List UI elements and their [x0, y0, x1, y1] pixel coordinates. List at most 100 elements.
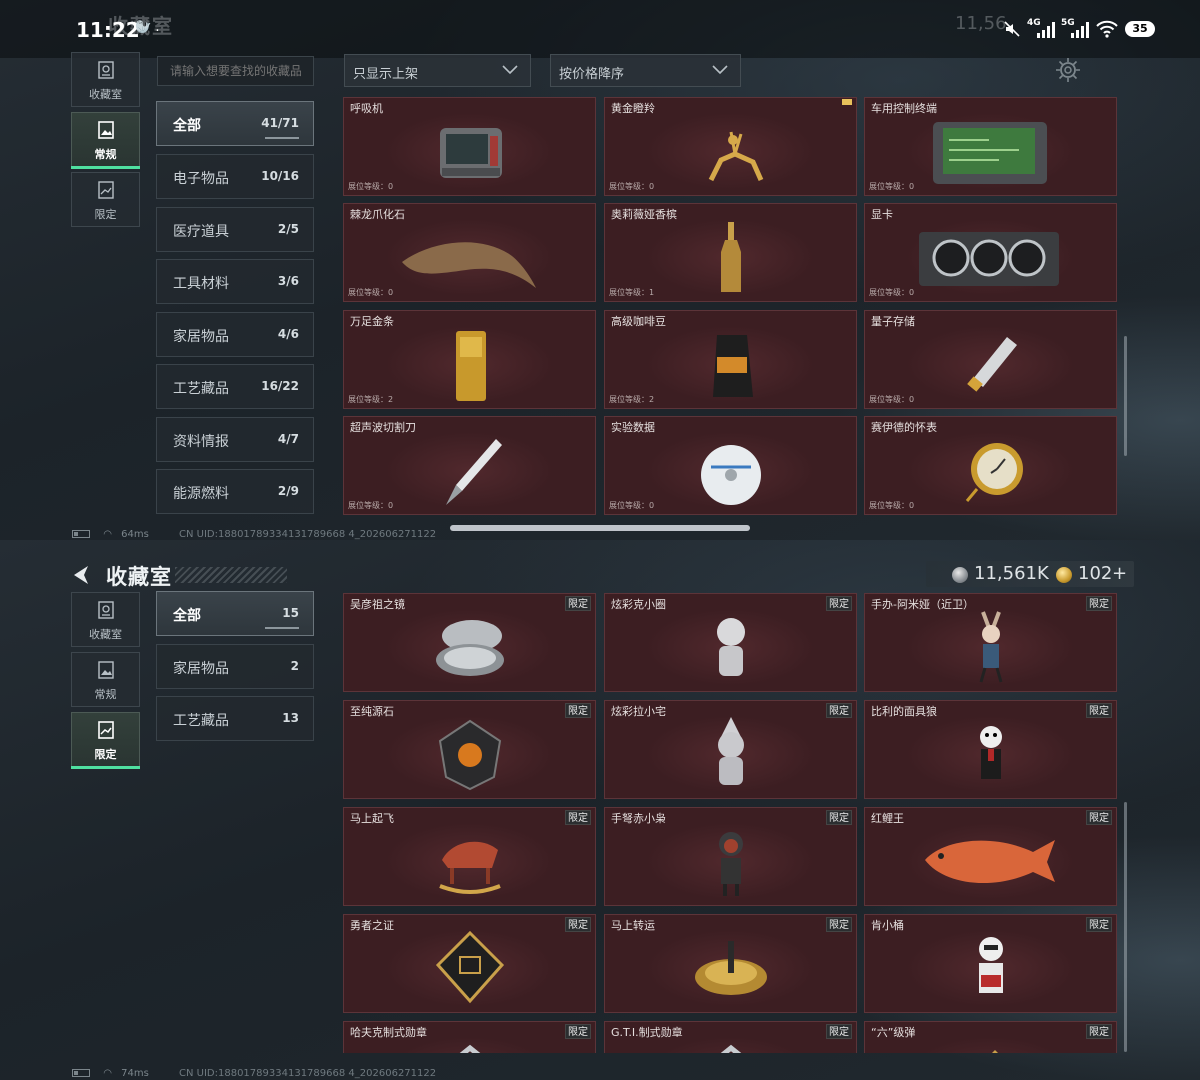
status-icons: 4G 5G 35 [1003, 18, 1155, 42]
ping-value: 64ms [121, 529, 149, 540]
category-name: 电子物品 [173, 171, 229, 187]
item-card[interactable]: 炫彩拉小宅 限定 [604, 700, 857, 799]
item-name: 奥莉薇娅香槟 [611, 208, 677, 221]
category-all[interactable]: 全部 41/71 [156, 101, 314, 146]
item-card[interactable]: 马上转运 限定 [604, 914, 857, 1013]
shelf-filter-select[interactable]: 只显示上架 [344, 54, 531, 87]
item-card[interactable]: 棘龙爪化石 展位等级：0 [343, 203, 596, 302]
category-name: 全部 [173, 608, 201, 624]
network-status: ◠ 64ms [72, 529, 149, 540]
item-card[interactable]: 至纯源石 限定 [343, 700, 596, 799]
title-decoration [175, 567, 287, 583]
rocking-horse-icon [439, 841, 501, 894]
side-tab-label: 常规 [94, 688, 117, 701]
item-card[interactable]: G.T.I.制式勋章 限定 [604, 1021, 857, 1053]
item-card[interactable]: 比利的面具狼 限定 [864, 700, 1117, 799]
item-card[interactable]: 奥莉薇娅香槟 展位等级：1 [604, 203, 857, 302]
dino-claw-icon [402, 242, 536, 288]
item-name: G.T.I.制式勋章 [611, 1026, 683, 1039]
side-tab-limited[interactable]: 限定 [71, 712, 140, 769]
category-name: 家居物品 [173, 661, 229, 677]
item-name: 赛伊德的怀表 [871, 421, 937, 434]
item-name: 黄金瞪羚 [611, 102, 655, 115]
item-card[interactable]: 肯小桶 限定 [864, 914, 1117, 1013]
side-tab-regular[interactable]: 常规 [71, 652, 140, 707]
add-currency-button[interactable]: + [1112, 563, 1127, 584]
category-medical[interactable]: 医疗道具 2/5 [156, 207, 314, 252]
figurine-icon [718, 717, 744, 785]
sort-select[interactable]: 按价格降序 [550, 54, 741, 87]
item-name: 哈夫克制式勋章 [350, 1026, 427, 1039]
side-tab-collection[interactable]: 收藏室 [71, 52, 140, 107]
item-card[interactable]: 超声波切割刀 展位等级：0 [343, 416, 596, 515]
category-count: 41/71 [261, 116, 299, 130]
item-card[interactable]: 红鲤王 限定 [864, 807, 1117, 906]
home-indicator[interactable] [450, 525, 750, 531]
item-card[interactable]: “六”级弹 限定 [864, 1021, 1117, 1053]
medal-icon [459, 1044, 481, 1053]
item-name: 高级咖啡豆 [611, 315, 666, 328]
category-home[interactable]: 家居物品 2 [156, 644, 314, 689]
gold-balance: 102 [1078, 563, 1113, 584]
item-card[interactable]: 万足金条 展位等级：2 [343, 310, 596, 409]
collection-icon [98, 601, 114, 619]
item-level: 展位等级：0 [869, 182, 915, 191]
item-card[interactable]: 量子存储 展位等级：0 [864, 310, 1117, 409]
item-card[interactable]: 马上起飞 限定 [343, 807, 596, 906]
mute-icon [1004, 21, 1020, 37]
item-card[interactable]: 实验数据 展位等级：0 [604, 416, 857, 515]
wifi-icon [1096, 20, 1118, 38]
category-count: 4/7 [277, 432, 299, 446]
item-level: 展位等级：0 [348, 182, 394, 191]
back-icon[interactable] [70, 564, 92, 586]
bottom-screen: 收藏室 11,561K 102 + 收藏室 常规 限定 全部 15 家居物品 2… [0, 540, 1200, 1080]
item-card[interactable]: 赛伊德的怀表 展位等级：0 [864, 416, 1117, 515]
anime-figure-icon [979, 611, 1003, 683]
category-crafts[interactable]: 工艺藏品 16/22 [156, 364, 314, 409]
category-tools[interactable]: 工具材料 3/6 [156, 259, 314, 304]
compact-mirror-icon [436, 620, 504, 676]
scrollbar[interactable] [1124, 336, 1127, 456]
collection-grid: 呼吸机 展位等级：0 黄金瞪羚 展位等级：0 车用控制终端 展位等级：0 棘龙爪… [343, 97, 1127, 517]
item-card[interactable]: 显卡 展位等级：0 [864, 203, 1117, 302]
category-count: 2/5 [277, 222, 299, 236]
side-tab-label: 限定 [94, 748, 117, 761]
item-level: 展位等级：1 [609, 288, 655, 297]
category-all[interactable]: 全部 15 [156, 591, 314, 636]
item-card[interactable]: 高级咖啡豆 展位等级：2 [604, 310, 857, 409]
item-card[interactable]: 黄金瞪羚 展位等级：0 [604, 97, 857, 196]
item-level: 展位等级：0 [869, 395, 915, 404]
side-tab-regular[interactable]: 常规 [71, 112, 140, 169]
category-count: 15 [282, 606, 299, 620]
category-electronics[interactable]: 电子物品 10/16 [156, 154, 314, 199]
flag-icon [842, 99, 852, 105]
hero-badge-icon [435, 930, 505, 1004]
figurine-icon [717, 618, 745, 676]
item-card[interactable]: 手办-阿米娅（近卫） 限定 [864, 593, 1117, 692]
limited-grid: 吴彦祖之镜 限定 炫彩克小圈 限定 手办-阿米娅（近卫） 限定 至纯源石 限定 … [343, 593, 1127, 1053]
item-card[interactable]: 炫彩克小圈 限定 [604, 593, 857, 692]
scrollbar[interactable] [1124, 802, 1127, 1052]
gold-gazelle-icon [708, 131, 764, 182]
item-card[interactable]: 吴彦祖之镜 限定 [343, 593, 596, 692]
item-level: 展位等级：0 [609, 182, 655, 191]
item-card[interactable]: 车用控制终端 展位等级：0 [864, 97, 1117, 196]
settings-icon[interactable] [1054, 56, 1082, 84]
item-card[interactable]: 勇者之证 限定 [343, 914, 596, 1013]
search-input[interactable] [157, 56, 314, 86]
category-intel[interactable]: 资料情报 4/7 [156, 417, 314, 462]
limited-badge: 限定 [565, 1024, 591, 1039]
category-energy[interactable]: 能源燃料 2/9 [156, 469, 314, 514]
side-tab-limited[interactable]: 限定 [71, 172, 140, 227]
sort-value: 按价格降序 [559, 67, 625, 82]
category-crafts[interactable]: 工艺藏品 13 [156, 696, 314, 741]
side-tab-collection[interactable]: 收藏室 [71, 592, 140, 647]
item-card[interactable]: 呼吸机 展位等级：0 [343, 97, 596, 196]
item-card[interactable]: 哈夫克制式勋章 限定 [343, 1021, 596, 1053]
category-count: 10/16 [261, 169, 299, 183]
item-level: 展位等级：0 [609, 501, 655, 510]
signal-1-icon [1037, 22, 1057, 38]
item-card[interactable]: 手弩赤小枭 限定 [604, 807, 857, 906]
category-home[interactable]: 家居物品 4/6 [156, 312, 314, 357]
limited-badge: 限定 [826, 703, 852, 718]
